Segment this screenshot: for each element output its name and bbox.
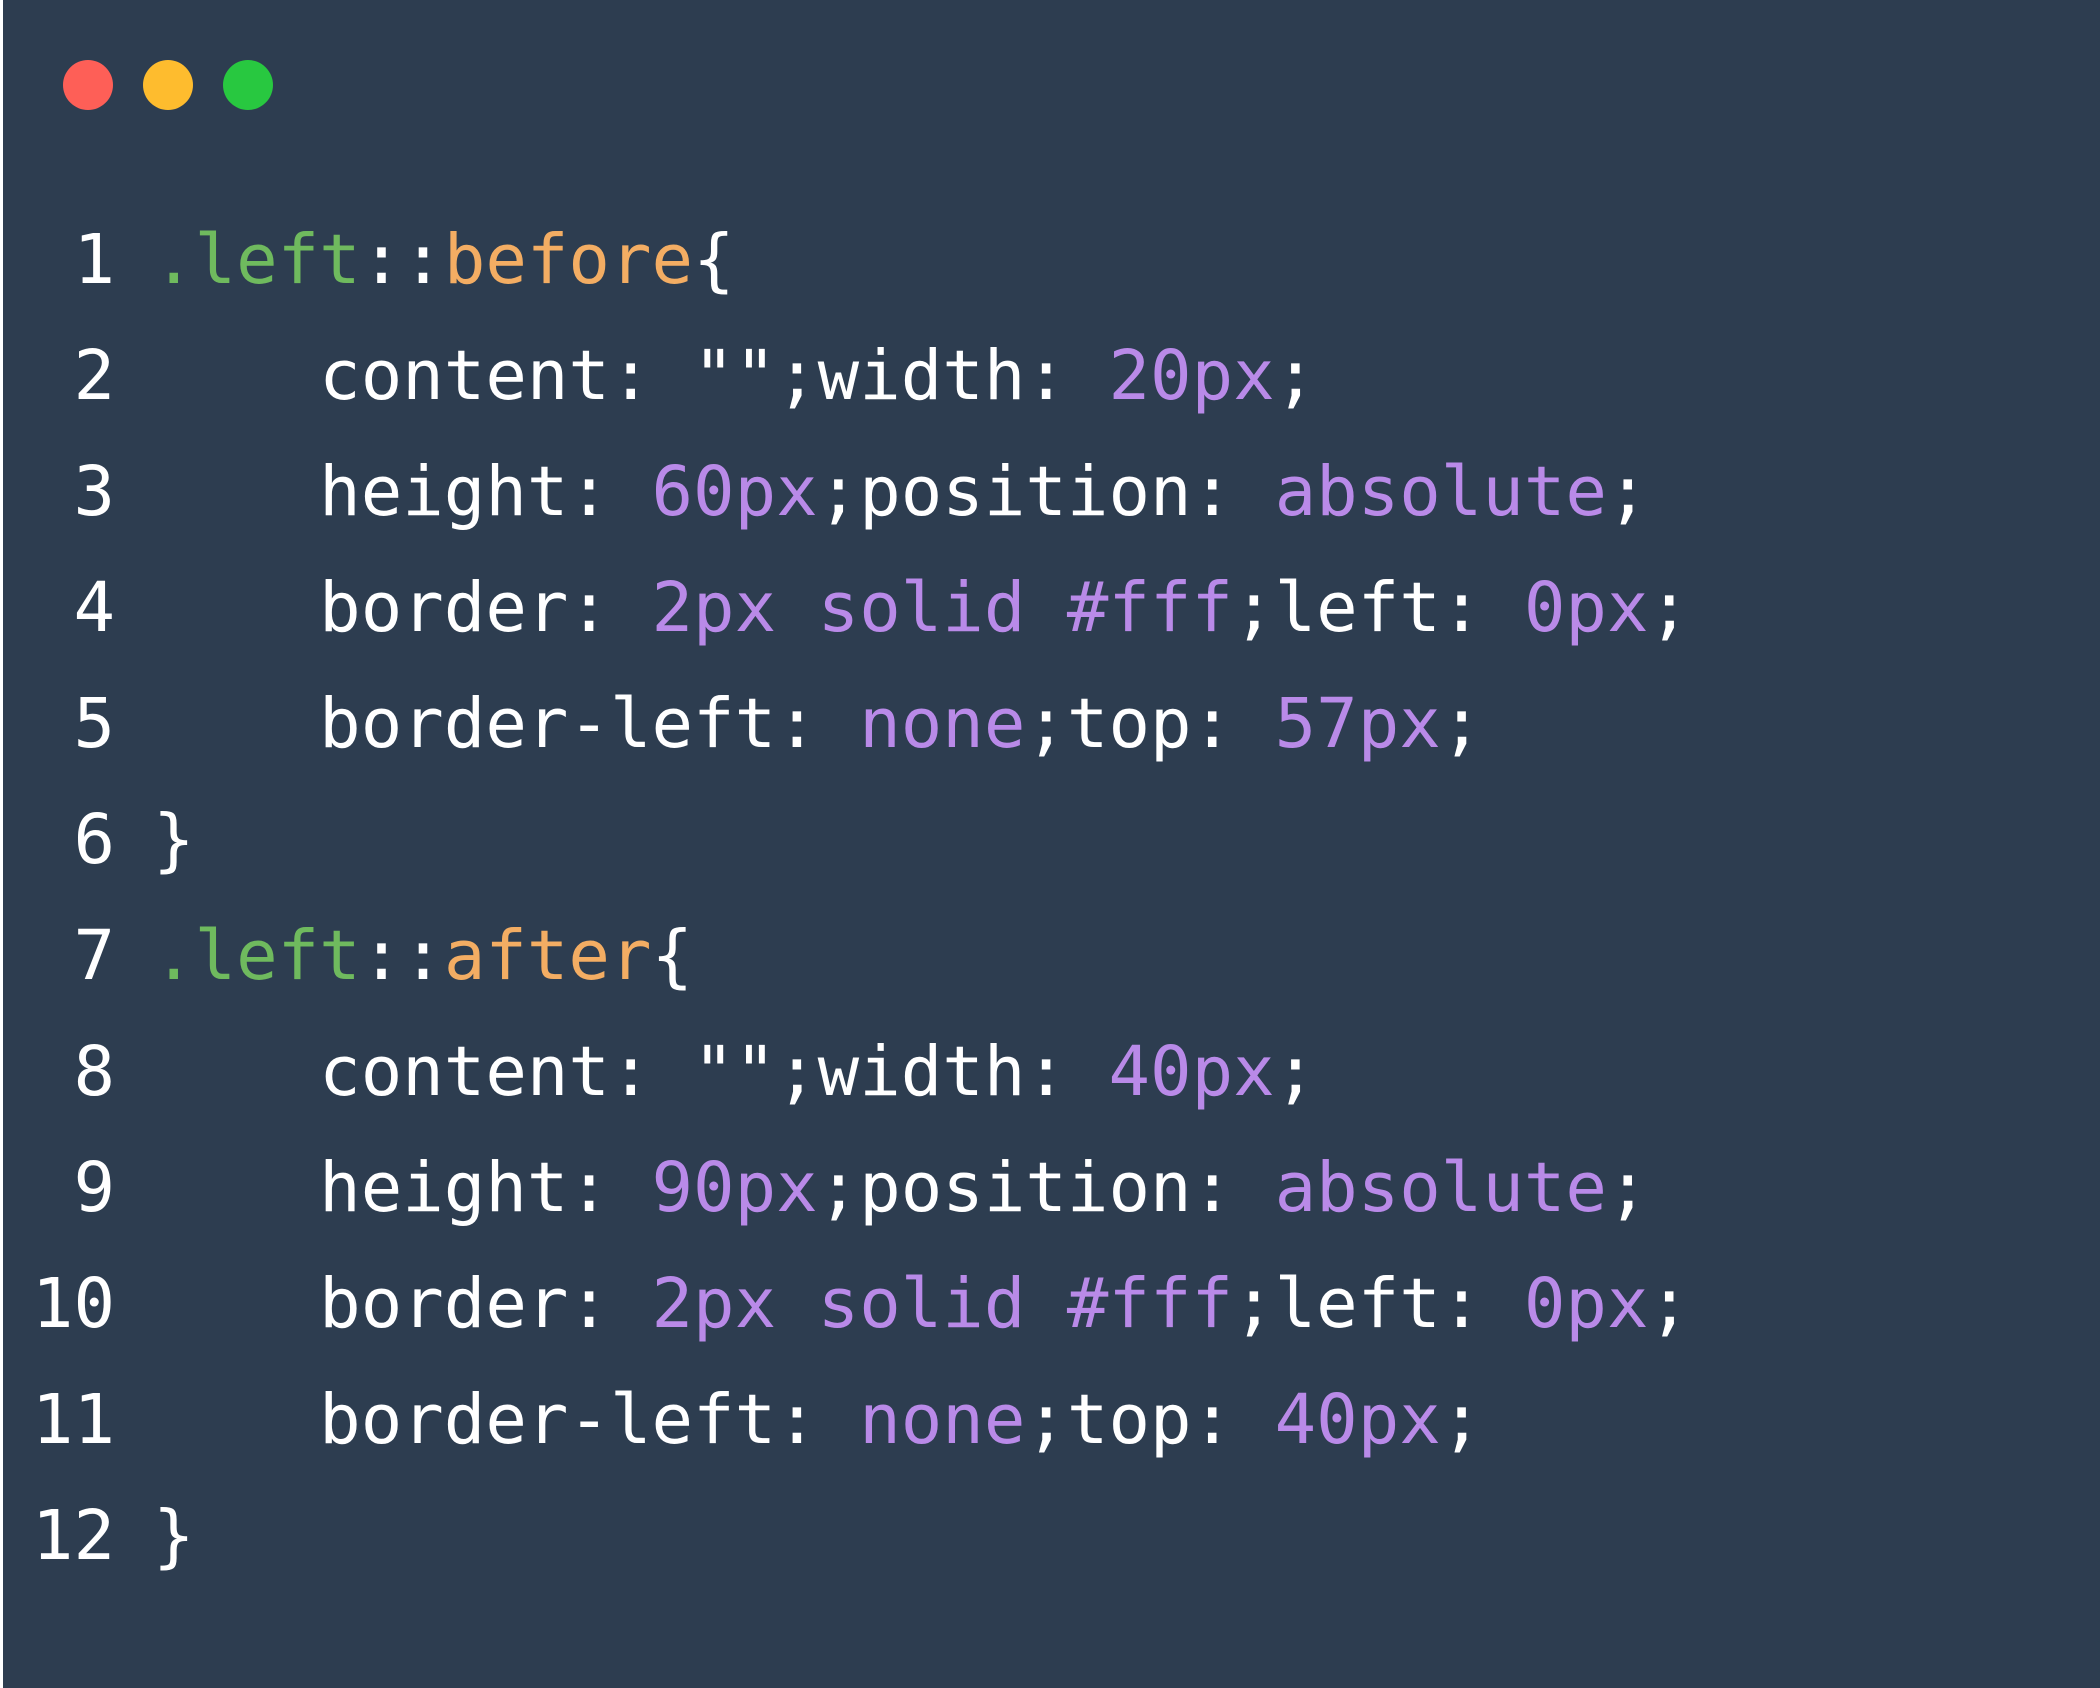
- line-number: 7: [73, 916, 115, 996]
- code-token: ;left:: [1233, 568, 1524, 648]
- code-token: none: [859, 684, 1026, 764]
- window-controls: [63, 60, 273, 110]
- line-source: }: [153, 795, 195, 911]
- code-token: ;: [1274, 1032, 1317, 1112]
- code-token: 2px solid #fff: [651, 568, 1234, 648]
- code-token: ;left:: [1233, 1264, 1524, 1344]
- code-token: 90px: [651, 1148, 818, 1228]
- line-number: 6: [73, 800, 115, 880]
- code-token: "": [693, 336, 777, 416]
- code-token: ;: [1440, 684, 1483, 764]
- code-token: after: [443, 916, 652, 996]
- code-line: 5 border-left: none;top: 57px;: [3, 679, 1690, 795]
- code-line: 6}: [3, 795, 1690, 911]
- code-block: 1 .left::before{2 content: "";width: 20px…: [3, 215, 1690, 1607]
- code-token: {: [651, 916, 694, 996]
- code-token: ;: [1648, 568, 1691, 648]
- code-token: 57px: [1274, 684, 1441, 764]
- code-token: absolute: [1274, 1148, 1607, 1228]
- code-token: 0px: [1523, 1264, 1649, 1344]
- line-source: border: 2px solid #fff;left: 0px;: [153, 563, 1690, 679]
- line-source: .left::before{: [153, 215, 735, 331]
- code-token: border:: [153, 568, 652, 648]
- code-token: height:: [153, 452, 652, 532]
- line-number: 12: [31, 1496, 115, 1576]
- line-source: border-left: none;top: 57px;: [153, 679, 1482, 795]
- code-line: 12}: [3, 1491, 1690, 1607]
- code-line: 2 content: "";width: 20px;: [3, 331, 1690, 447]
- code-token: content:: [153, 336, 694, 416]
- code-line: 10 border: 2px solid #fff;left: 0px;: [3, 1259, 1690, 1375]
- code-token: 2px solid #fff: [651, 1264, 1234, 1344]
- code-token: ;position:: [817, 452, 1275, 532]
- code-token: "": [693, 1032, 777, 1112]
- code-line: 4 border: 2px solid #fff;left: 0px;: [3, 563, 1690, 679]
- code-window: 1 .left::before{2 content: "";width: 20px…: [3, 0, 2100, 1688]
- code-token: ;position:: [817, 1148, 1275, 1228]
- code-token: height:: [153, 1148, 652, 1228]
- code-token: ;: [1274, 336, 1317, 416]
- zoom-button[interactable]: [223, 60, 273, 110]
- code-line: 3 height: 60px;position: absolute;: [3, 447, 1690, 563]
- line-source: height: 60px;position: absolute;: [153, 447, 1649, 563]
- code-line: 1 .left::before{: [3, 215, 1690, 331]
- code-token: 20px: [1108, 336, 1275, 416]
- code-token: border:: [153, 1264, 652, 1344]
- code-token: .left: [153, 916, 361, 996]
- code-token: }: [153, 800, 195, 880]
- code-line: 8 content: "";width: 40px;: [3, 1027, 1690, 1143]
- code-token: border-left:: [153, 1380, 860, 1460]
- code-line: 9 height: 90px;position: absolute;: [3, 1143, 1690, 1259]
- close-button[interactable]: [63, 60, 113, 110]
- code-token: ;top:: [1025, 1380, 1275, 1460]
- line-source: border: 2px solid #fff;left: 0px;: [153, 1259, 1690, 1375]
- line-number: 5: [73, 684, 115, 764]
- code-token: ;: [1606, 1148, 1649, 1228]
- code-token: ;: [1606, 452, 1649, 532]
- code-token: }: [153, 1496, 195, 1576]
- line-number: 10: [31, 1264, 115, 1344]
- code-line: 11 border-left: none;top: 40px;: [3, 1375, 1690, 1491]
- line-number: 8: [73, 1032, 115, 1112]
- line-source: border-left: none;top: 40px;: [153, 1375, 1482, 1491]
- code-token: border-left:: [153, 684, 860, 764]
- line-source: content: "";width: 40px;: [153, 1027, 1316, 1143]
- code-token: before: [443, 220, 694, 300]
- code-token: .left: [153, 220, 361, 300]
- code-token: 0px: [1523, 568, 1649, 648]
- code-token: ;top:: [1025, 684, 1275, 764]
- code-token: ::: [360, 916, 444, 996]
- minimize-button[interactable]: [143, 60, 193, 110]
- code-line: 7 .left::after{: [3, 911, 1690, 1027]
- code-token: content:: [153, 1032, 694, 1112]
- line-source: .left::after{: [153, 911, 693, 1027]
- code-token: 60px: [651, 452, 818, 532]
- code-token: 40px: [1108, 1032, 1275, 1112]
- line-source: height: 90px;position: absolute;: [153, 1143, 1649, 1259]
- line-number: 4: [73, 568, 115, 648]
- line-number: 3: [73, 452, 115, 532]
- code-token: none: [859, 1380, 1026, 1460]
- code-token: ;width:: [776, 1032, 1109, 1112]
- line-number: 2: [73, 336, 115, 416]
- code-token: {: [693, 220, 735, 300]
- line-number: 9: [73, 1148, 115, 1228]
- line-number: 1: [73, 220, 115, 300]
- code-token: 40px: [1274, 1380, 1441, 1460]
- line-source: content: "";width: 20px;: [153, 331, 1316, 447]
- code-token: ;: [1440, 1380, 1483, 1460]
- code-token: ::: [360, 220, 444, 300]
- code-token: absolute: [1274, 452, 1607, 532]
- code-token: ;: [1648, 1264, 1691, 1344]
- line-source: }: [153, 1491, 195, 1607]
- code-token: ;width:: [776, 336, 1109, 416]
- line-number: 11: [31, 1380, 115, 1460]
